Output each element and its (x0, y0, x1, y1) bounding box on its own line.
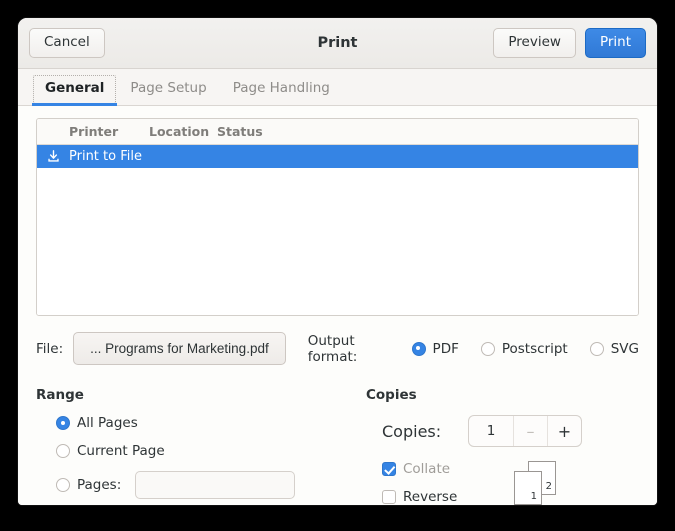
pages-input[interactable] (135, 471, 295, 499)
radio-indicator-current-page (56, 444, 70, 458)
header-left-group: Cancel (29, 28, 105, 58)
file-output-row: File: ... Programs for Marketing.pdf Out… (36, 332, 639, 365)
radio-indicator-pages (56, 478, 70, 492)
copies-title: Copies (366, 387, 639, 403)
radio-indicator-pdf (412, 342, 426, 356)
copies-value[interactable]: 1 (469, 416, 514, 446)
radio-range-current-page[interactable]: Current Page (56, 443, 366, 459)
radio-range-all-pages[interactable]: All Pages (56, 415, 366, 431)
column-header-status: Status (217, 124, 638, 139)
printer-list[interactable]: Printer Location Status Print to File (36, 118, 639, 316)
preview-button[interactable]: Preview (493, 28, 576, 58)
radio-label-all-pages: All Pages (77, 415, 138, 431)
copies-count-line: Copies: 1 – + (366, 415, 639, 447)
radio-label-pages: Pages: (77, 477, 121, 493)
radio-format-svg[interactable]: SVG (590, 341, 639, 357)
output-format-group: Output format: PDF Postscript SVG (308, 333, 639, 365)
radio-label-pdf: PDF (433, 341, 459, 357)
collate-sheet-front: 1 (514, 471, 542, 505)
copies-decrement-button[interactable]: – (514, 416, 548, 446)
checkbox-reverse[interactable]: Reverse (382, 489, 492, 505)
copies-label: Copies: (382, 422, 468, 441)
printer-row-name: Print to File (69, 149, 149, 164)
checkbox-label-reverse: Reverse (403, 489, 457, 505)
printer-list-empty-area[interactable] (37, 168, 638, 316)
file-label: File: (36, 341, 63, 357)
tab-bar: General Page Setup Page Handling (18, 69, 657, 106)
copies-section: Copies Copies: 1 – + Collate (366, 387, 639, 505)
collate-sheet-front-number: 1 (531, 491, 537, 502)
range-title: Range (36, 387, 366, 403)
radio-indicator-all-pages (56, 416, 70, 430)
radio-label-current-page: Current Page (77, 443, 165, 459)
save-to-file-icon (37, 150, 69, 163)
column-header-printer: Printer (69, 124, 149, 139)
radio-format-pdf[interactable]: PDF (412, 341, 459, 357)
checkbox-label-collate: Collate (403, 461, 450, 477)
printer-row-print-to-file[interactable]: Print to File (37, 145, 638, 168)
tab-page-setup[interactable]: Page Setup (117, 74, 219, 105)
print-button[interactable]: Print (585, 28, 646, 58)
print-dialog: Cancel Print Preview Print General Page … (18, 18, 657, 505)
tab-page-handling[interactable]: Page Handling (220, 74, 343, 105)
collate-sheet-back-number: 2 (546, 481, 552, 492)
radio-indicator-postscript (481, 342, 495, 356)
checkbox-indicator-reverse (382, 490, 396, 504)
tab-general[interactable]: General (32, 74, 117, 105)
radio-range-pages[interactable]: Pages: (56, 477, 121, 493)
radio-label-svg: SVG (611, 341, 639, 357)
dialog-body: Printer Location Status Print to File Fi… (18, 106, 657, 505)
header-right-group: Preview Print (493, 28, 646, 58)
radio-indicator-svg (590, 342, 604, 356)
dialog-header: Cancel Print Preview Print (18, 18, 657, 69)
copies-checkbox-stack: Collate Reverse (382, 461, 492, 505)
options-columns: Range All Pages Current Page Pages: (36, 387, 639, 505)
checkbox-collate[interactable]: Collate (382, 461, 492, 477)
checkbox-indicator-collate (382, 462, 396, 476)
output-format-label: Output format: (308, 333, 400, 365)
collate-preview-icon: 2 1 (512, 461, 564, 505)
printer-list-header: Printer Location Status (37, 119, 638, 145)
range-pages-line: Pages: (56, 471, 366, 499)
range-section: Range All Pages Current Page Pages: (36, 387, 366, 505)
column-header-location: Location (149, 124, 217, 139)
copies-toggles-row: Collate Reverse 2 1 (366, 461, 639, 505)
file-chooser-button[interactable]: ... Programs for Marketing.pdf (73, 332, 286, 365)
cancel-button[interactable]: Cancel (29, 28, 105, 58)
radio-format-postscript[interactable]: Postscript (481, 341, 568, 357)
copies-increment-button[interactable]: + (548, 416, 581, 446)
copies-stepper[interactable]: 1 – + (468, 415, 582, 447)
range-options: All Pages Current Page Pages: (36, 415, 366, 499)
radio-label-postscript: Postscript (502, 341, 568, 357)
